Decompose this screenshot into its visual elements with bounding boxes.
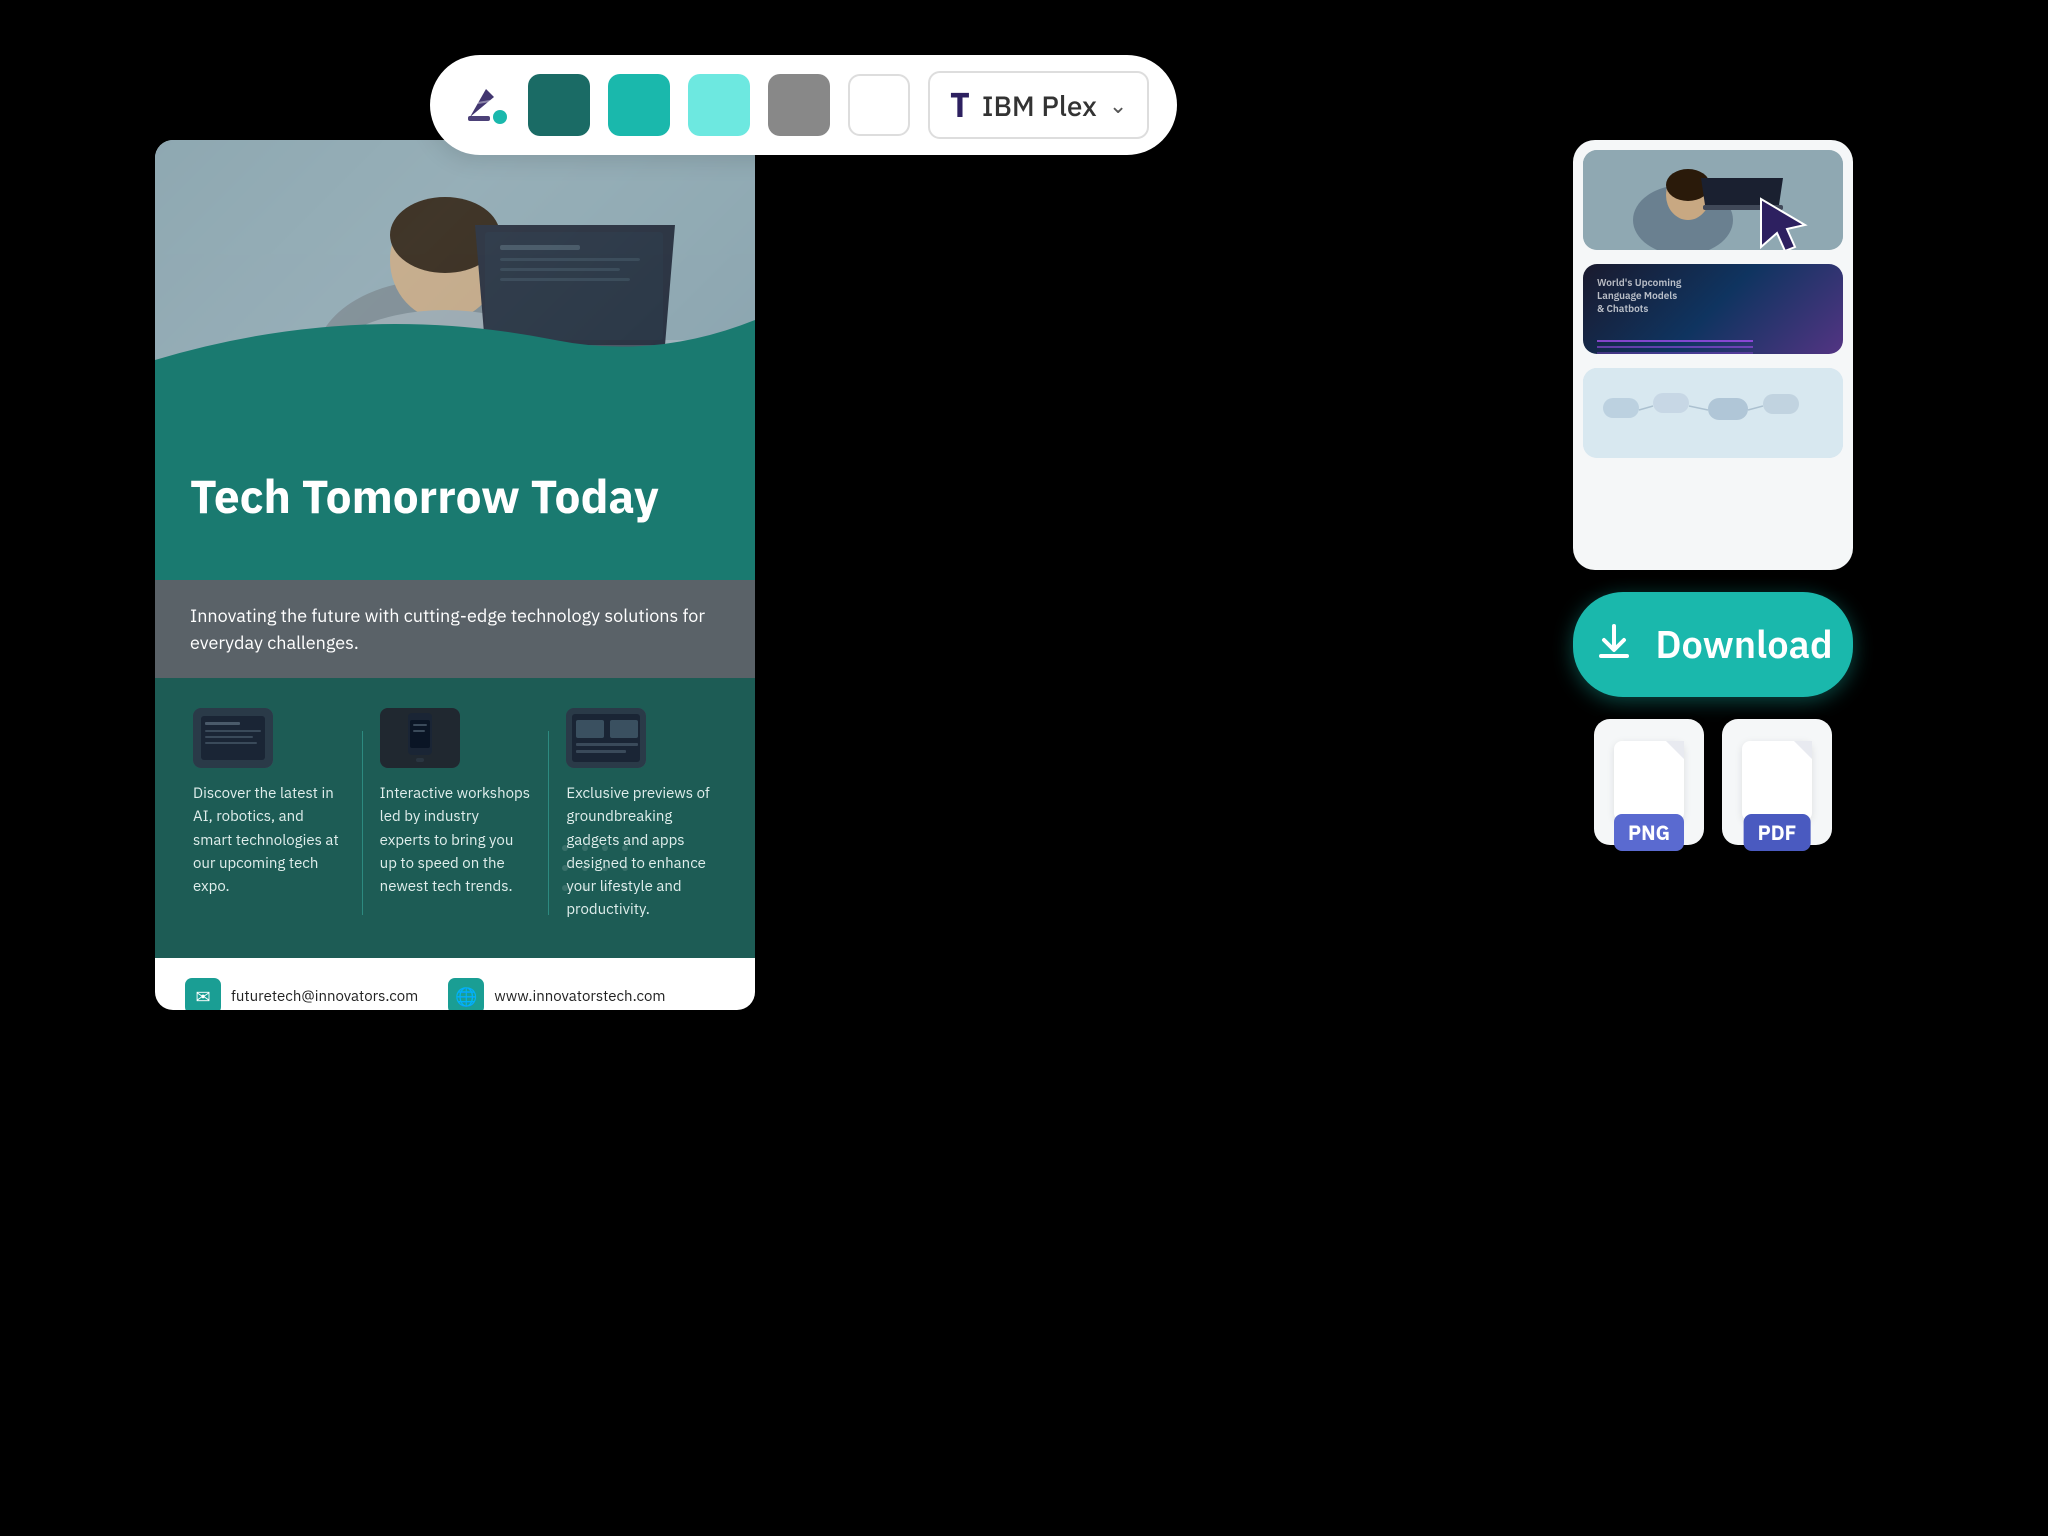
pdf-file-icon	[1742, 741, 1812, 821]
feature-thumb-2	[380, 708, 460, 768]
file-formats-row: PNG PDF	[1573, 719, 1853, 845]
feature-col-1: Discover the latest in AI, robotics, and…	[175, 708, 362, 938]
right-panel: World's UpcomingLanguage Models& Chatbot…	[1573, 140, 1853, 845]
download-button-label: Download	[1655, 620, 1832, 669]
poster-subtitle-section: Innovating the future with cutting-edge …	[155, 580, 755, 678]
footer-website-contact: 🌐 www.innovatorstech.com	[448, 978, 665, 1010]
chevron-down-icon: ⌄	[1109, 91, 1127, 120]
feature-text-1: Discover the latest in AI, robotics, and…	[193, 782, 344, 898]
email-icon: ✉	[185, 978, 221, 1010]
download-button[interactable]: Download	[1573, 592, 1853, 697]
color-swatch-dark-teal[interactable]	[528, 74, 590, 136]
pdf-badge: PDF	[1744, 814, 1811, 851]
font-name-label: IBM Plex	[982, 87, 1097, 124]
footer-website-text: www.innovatorstech.com	[494, 987, 665, 1006]
footer-email-text: futuretech@innovators.com	[231, 987, 418, 1006]
preview-thumb-network	[1583, 368, 1843, 458]
preview-thumb-presentation: World's UpcomingLanguage Models& Chatbot…	[1583, 264, 1843, 354]
toolbar: T IBM Plex ⌄	[430, 55, 1177, 155]
poster-photo-header	[155, 140, 755, 440]
font-selector-dropdown[interactable]: T IBM Plex ⌄	[928, 71, 1149, 139]
poster-footer: ✉ futuretech@innovators.com 🌐 www.innova…	[155, 958, 755, 1010]
poster-canvas: Tech Tomorrow Today Innovating the futur…	[155, 140, 755, 1010]
fill-bucket-icon[interactable]	[458, 79, 510, 131]
pdf-format-card[interactable]: PDF	[1722, 719, 1832, 845]
preview-card: World's UpcomingLanguage Models& Chatbot…	[1573, 140, 1853, 570]
feature-text-3: Exclusive previews of groundbreaking gad…	[566, 782, 717, 922]
feature-text-2: Interactive workshops led by industry ex…	[380, 782, 531, 898]
color-swatch-teal[interactable]	[608, 74, 670, 136]
feature-thumb-3	[566, 708, 646, 768]
feature-col-2: Interactive workshops led by industry ex…	[362, 708, 549, 938]
png-file-icon	[1614, 741, 1684, 821]
feature-col-3: Exclusive previews of groundbreaking gad…	[548, 708, 735, 938]
color-swatch-white[interactable]	[848, 74, 910, 136]
preview-thumb-photo	[1583, 150, 1843, 250]
font-t-icon: T	[950, 83, 970, 127]
globe-icon: 🌐	[448, 978, 484, 1010]
footer-email-contact: ✉ futuretech@innovators.com	[185, 978, 418, 1010]
cursor-arrow-icon	[1753, 195, 1813, 250]
poster-subtitle: Innovating the future with cutting-edge …	[190, 602, 720, 656]
teal-curve-overlay	[155, 280, 755, 440]
poster-features-section: Discover the latest in AI, robotics, and…	[155, 678, 755, 958]
color-swatch-light-cyan[interactable]	[688, 74, 750, 136]
poster-title-section: Tech Tomorrow Today	[155, 440, 755, 580]
png-format-card[interactable]: PNG	[1594, 719, 1704, 845]
png-badge: PNG	[1614, 814, 1684, 851]
poster-title: Tech Tomorrow Today	[190, 470, 720, 523]
feature-thumb-1	[193, 708, 273, 768]
color-swatch-gray[interactable]	[768, 74, 830, 136]
download-icon	[1593, 620, 1635, 669]
